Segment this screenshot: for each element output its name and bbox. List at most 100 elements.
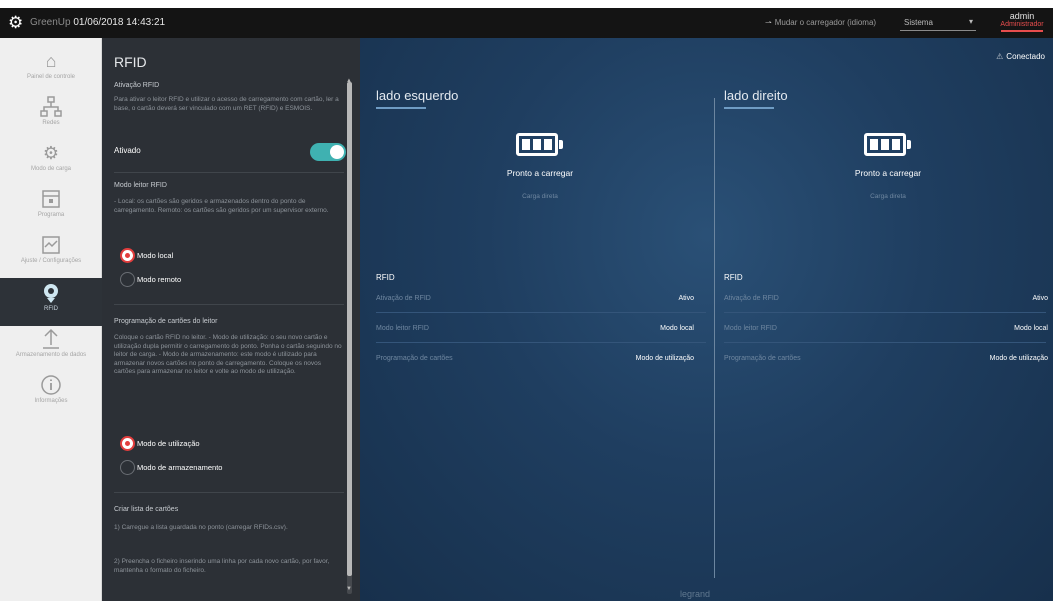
charge-status: Pronto a carregar	[854, 168, 922, 178]
datetime: 01/06/2018 14:43:21	[73, 17, 166, 28]
sidebar-item-dashboard[interactable]: ⌂ Painel de controle	[0, 46, 102, 94]
gear-icon[interactable]: ⚙	[8, 14, 23, 32]
toggle-knob	[330, 145, 344, 159]
top-bar: ⚙ GreenUp 01/06/2018 14:43:21 ⇀ Mudar o c…	[0, 8, 1053, 38]
user-role: Administrador	[1000, 21, 1044, 28]
side-title: lado direito	[724, 88, 788, 103]
radio-selected-icon	[120, 248, 135, 263]
charge-mode: Carga direta	[522, 193, 558, 200]
radio-selected-icon	[120, 436, 135, 451]
rfid-row-value: Modo local	[1014, 325, 1048, 332]
user-underline	[1001, 30, 1043, 32]
radio-mode-storage[interactable]: Modo de armazenamento	[120, 460, 222, 476]
activated-label: Ativado	[114, 146, 141, 155]
info-icon	[40, 374, 62, 396]
list-step-2: 2) Preencha o ficheiro inserindo uma lin…	[114, 558, 330, 574]
programming-heading: Programação de cartões do leitor	[114, 318, 218, 325]
divider	[114, 492, 344, 493]
sidebar-item-label: RFID	[44, 306, 58, 312]
brand-logo: legrand	[680, 589, 711, 599]
row-divider	[376, 312, 706, 313]
reader-text: - Local: os cartões são geridos e armaze…	[114, 198, 329, 214]
sidebar-item-storage[interactable]: Armazenamento de dados	[0, 324, 102, 372]
sidebar-item-program[interactable]: Programa	[0, 184, 102, 232]
rfid-row-value: Ativo	[678, 295, 694, 302]
home-icon: ⌂	[45, 51, 57, 71]
radio-unselected-icon	[120, 272, 135, 287]
app-name: GreenUp	[30, 17, 71, 28]
sidebar-item-label: Redes	[42, 120, 60, 126]
radio-label: Modo de armazenamento	[137, 463, 223, 472]
rfid-activation-toggle[interactable]	[310, 143, 346, 161]
row-divider	[724, 312, 1046, 313]
radio-mode-local[interactable]: Modo local	[120, 248, 173, 264]
rfid-icon	[40, 282, 62, 304]
rfid-row-value: Modo de utilização	[635, 355, 694, 362]
divider	[114, 172, 344, 173]
rfid-row-key: Programação de cartões	[724, 355, 801, 362]
radio-unselected-icon	[120, 460, 135, 475]
app-root: ⚙ GreenUp 01/06/2018 14:43:21 ⇀ Mudar o c…	[0, 0, 1053, 601]
language-link-label: Mudar o carregador (idioma)	[774, 18, 877, 27]
scroll-up-icon[interactable]: ▲	[346, 78, 352, 84]
main-status-area: ⚠ Conectado lado esquerdo Pronto a carreg…	[360, 38, 1053, 601]
row-divider	[376, 342, 706, 343]
calendar-icon	[40, 188, 62, 210]
side-title: lado esquerdo	[376, 88, 459, 103]
rfid-settings-panel: RFID ▲ ▼ Ativação RFID Para ativar o lei…	[102, 38, 360, 601]
radio-label: Modo local	[137, 251, 174, 260]
battery-icon	[864, 133, 911, 156]
rfid-row-key: Ativação de RFID	[376, 295, 431, 302]
radio-label: Modo de utilização	[137, 439, 200, 448]
arrow-icon: ⇀	[765, 18, 772, 27]
user-menu[interactable]: admin Administrador	[996, 11, 1048, 32]
activation-heading: Ativação RFID	[114, 82, 160, 89]
rfid-row-key: Programação de cartões	[376, 355, 453, 362]
sidebar-item-network[interactable]: Redes	[0, 92, 102, 140]
panel-title: RFID	[114, 54, 147, 70]
rfid-row-value: Ativo	[1032, 295, 1048, 302]
row-divider	[724, 342, 1046, 343]
sidebar-item-label: Painel de controle	[26, 74, 76, 80]
sidebar: ⌂ Painel de controle Redes ⚙ Modo de car…	[0, 38, 102, 601]
chevron-down-icon: ▾	[968, 17, 973, 26]
battery-icon	[516, 133, 563, 156]
language-link[interactable]: ⇀ Mudar o carregador (idioma)	[765, 18, 876, 27]
sidebar-item-rfid[interactable]: RFID	[0, 278, 102, 326]
charge-status: Pronto a carregar	[506, 168, 574, 178]
sidebar-item-settings[interactable]: Ajuste / Configurações	[0, 230, 102, 278]
title-underline	[724, 107, 774, 109]
scrollbar-thumb[interactable]	[347, 82, 352, 576]
divider	[114, 304, 344, 305]
sidebar-item-info[interactable]: Informações	[0, 370, 102, 418]
rfid-row-key: Ativação de RFID	[724, 295, 779, 302]
rfid-section-title: RFID	[376, 273, 395, 282]
sidebar-item-charge-mode[interactable]: ⚙ Modo de carga	[0, 138, 102, 186]
radio-mode-use[interactable]: Modo de utilização	[120, 436, 200, 452]
list-heading: Criar lista de cartões	[114, 506, 179, 513]
radio-mode-remote[interactable]: Modo remoto	[120, 272, 181, 288]
reader-heading: Modo leitor RFID	[114, 182, 167, 189]
scroll-down-icon[interactable]: ▼	[346, 586, 352, 592]
rfid-row-key: Modo leitor RFID	[724, 325, 777, 332]
rfid-row-value: Modo local	[660, 325, 694, 332]
sidebar-item-label: Informações	[34, 398, 68, 404]
left-side-panel: lado esquerdo Pronto a carregar Carga di…	[360, 38, 706, 601]
right-side-panel: lado direito Pronto a carregar Carga dir…	[708, 38, 1048, 601]
upload-icon	[40, 328, 62, 350]
title-underline	[376, 107, 426, 109]
sidebar-item-label: Modo de carga	[30, 166, 72, 172]
rfid-section-title: RFID	[724, 273, 743, 282]
programming-text: Coloque o cartão RFID no leitor. - Modo …	[114, 334, 342, 375]
system-select[interactable]: Sistema ▾	[900, 15, 976, 31]
system-select-value: Sistema	[904, 18, 933, 27]
rfid-row-value: Modo de utilização	[989, 355, 1048, 362]
network-icon	[40, 96, 62, 118]
radio-label: Modo remoto	[137, 275, 182, 284]
list-step-1: 1) Carregue a lista guardada no ponto (c…	[114, 524, 288, 531]
app-title: GreenUp 01/06/2018 14:43:21	[30, 17, 165, 28]
user-name: admin	[1009, 11, 1035, 21]
sidebar-item-label: Programa	[37, 212, 65, 218]
activation-text: Para ativar o leitor RFID e utilizar o a…	[114, 96, 339, 112]
rfid-row-key: Modo leitor RFID	[376, 325, 429, 332]
